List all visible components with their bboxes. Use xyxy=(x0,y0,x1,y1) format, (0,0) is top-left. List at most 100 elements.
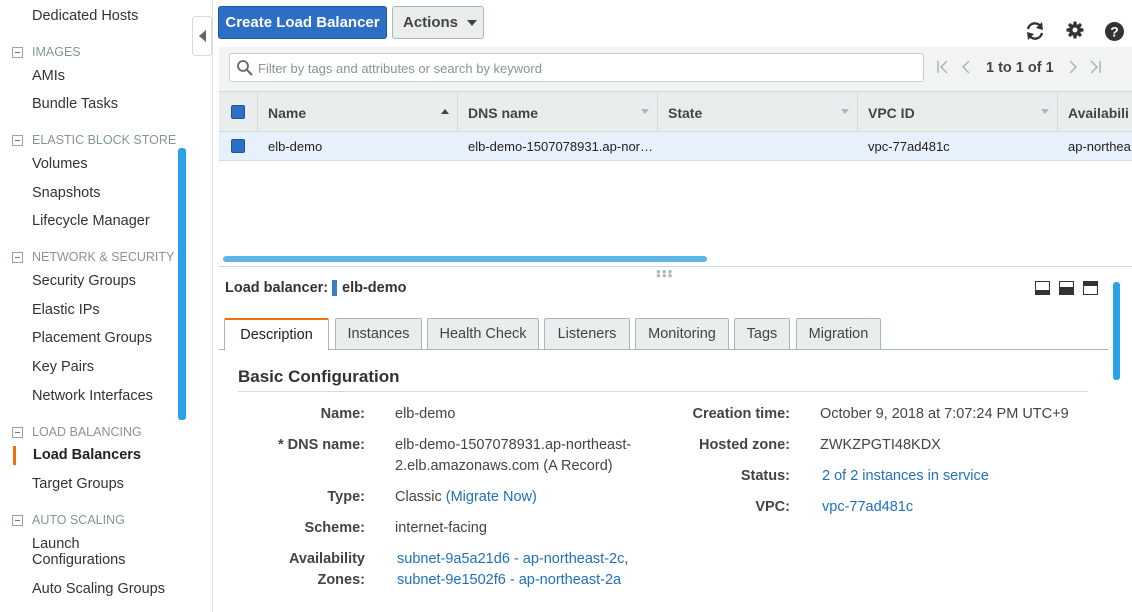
prev-page-icon[interactable] xyxy=(961,59,971,78)
horizontal-scroll-thumb[interactable] xyxy=(223,256,707,262)
tab-migration[interactable]: Migration xyxy=(796,318,881,350)
pane-minimize-icon[interactable] xyxy=(1035,281,1050,295)
last-page-icon[interactable] xyxy=(1089,59,1102,78)
sidebar-item-network-interfaces[interactable]: Network Interfaces xyxy=(32,388,153,404)
collapse-icon xyxy=(12,134,23,146)
search-input[interactable] xyxy=(258,58,908,78)
tab-tags[interactable]: Tags xyxy=(734,318,790,350)
creation-time-value: October 9, 2018 at 7:07:24 PM UTC+9 xyxy=(820,406,1069,422)
tab-health-check[interactable]: Health Check xyxy=(427,318,539,350)
section-header-label: AUTO SCALING xyxy=(32,513,125,527)
name-value: elb-demo xyxy=(395,406,456,422)
cell-dns: elb-demo-1507078931.ap-nor… xyxy=(468,139,653,154)
section-header-label: NETWORK & SECURITY xyxy=(32,250,175,264)
collapse-icon xyxy=(12,426,23,438)
table-header: Name DNS name State VPC ID Availabili xyxy=(219,91,1132,133)
sort-asc-icon xyxy=(441,109,449,114)
sidebar-scrollbar[interactable] xyxy=(178,148,186,420)
scheme-value: internet-facing xyxy=(395,520,487,536)
first-page-icon[interactable] xyxy=(936,59,949,78)
svg-text:?: ? xyxy=(1110,23,1119,39)
collapse-icon xyxy=(12,46,23,58)
cell-az: ap-northea xyxy=(1068,139,1131,154)
sidebar-item-lifecycle-manager[interactable]: Lifecycle Manager xyxy=(32,213,150,229)
cell-vpc: vpc-77ad481c xyxy=(868,139,950,154)
next-page-icon[interactable] xyxy=(1068,59,1078,78)
sidebar-item-volumes[interactable]: Volumes xyxy=(32,156,88,172)
az-value-1: subnet-9a5a21d6 - ap-northeast-2c, xyxy=(397,551,628,567)
tab-description[interactable]: Description xyxy=(224,318,329,351)
search-icon xyxy=(237,60,253,76)
sidebar-item-security-groups[interactable]: Security Groups xyxy=(32,273,136,289)
active-indicator xyxy=(13,446,16,465)
sidebar-section-ebs[interactable]: ELASTIC BLOCK STORE xyxy=(12,133,176,147)
cell-name: elb-demo xyxy=(268,139,323,154)
column-label: Name xyxy=(268,104,307,121)
subnet-link-2[interactable]: subnet-9e1502f6 - ap-northeast-2a xyxy=(397,572,621,588)
search-box[interactable] xyxy=(229,53,924,82)
help-icon[interactable]: ? xyxy=(1103,20,1125,42)
section-header-label: ELASTIC BLOCK STORE xyxy=(32,133,177,147)
az-separator: , xyxy=(624,551,629,567)
scheme-label: Scheme: xyxy=(304,520,365,536)
collapse-sidebar-button[interactable] xyxy=(192,16,212,56)
tab-instances[interactable]: Instances xyxy=(335,318,422,350)
dns-value-line2: 2.elb.amazonaws.com (A Record) xyxy=(395,458,613,474)
sidebar-item-snapshots[interactable]: Snapshots xyxy=(32,185,101,201)
sidebar-section-network[interactable]: NETWORK & SECURITY xyxy=(12,250,174,264)
column-label: State xyxy=(668,104,703,121)
launch-line2: Configurations xyxy=(32,552,126,568)
tab-monitoring[interactable]: Monitoring xyxy=(635,318,729,350)
sidebar-section-load-balancing[interactable]: LOAD BALANCING xyxy=(12,425,142,439)
column-header-dns[interactable]: DNS name xyxy=(457,92,657,133)
column-header-name[interactable]: Name xyxy=(257,92,457,133)
gear-icon[interactable] xyxy=(1064,19,1086,41)
sidebar-item-auto-scaling-groups[interactable]: Auto Scaling Groups xyxy=(32,581,165,597)
hosted-zone-value: ZWKZPGTI48KDX xyxy=(820,437,941,453)
sidebar-item-key-pairs[interactable]: Key Pairs xyxy=(32,359,94,375)
sort-icon xyxy=(841,109,849,114)
sidebar-item-elastic-ips[interactable]: Elastic IPs xyxy=(32,302,100,318)
vpc-link[interactable]: vpc-77ad481c xyxy=(822,499,913,515)
sidebar-item-dedicated-hosts[interactable]: Dedicated Hosts xyxy=(32,8,138,24)
actions-dropdown[interactable]: Actions xyxy=(392,6,484,39)
column-label: VPC ID xyxy=(868,104,915,121)
page-count: 1 to 1 of 1 xyxy=(986,60,1054,76)
sidebar-item-bundle-tasks[interactable]: Bundle Tasks xyxy=(32,96,118,112)
collapse-icon xyxy=(12,251,23,263)
pane-maximize-icon[interactable] xyxy=(1083,281,1098,295)
type-text: Classic xyxy=(395,489,442,505)
sidebar-item-placement-groups[interactable]: Placement Groups xyxy=(32,330,152,346)
detail-scrollbar[interactable] xyxy=(1113,282,1120,380)
detail-title-marker xyxy=(332,280,337,296)
sidebar-item-load-balancers[interactable]: Load Balancers xyxy=(33,447,141,463)
column-label: Availabili xyxy=(1068,104,1129,121)
detail-title-name: elb-demo xyxy=(342,280,407,296)
creation-time-label: Creation time: xyxy=(692,406,791,422)
migrate-now-link[interactable]: (Migrate Now) xyxy=(446,489,537,505)
sort-icon xyxy=(1041,109,1049,114)
column-header-vpc[interactable]: VPC ID xyxy=(857,92,1057,133)
sidebar-section-images[interactable]: IMAGES xyxy=(12,45,81,59)
sidebar-item-amis[interactable]: AMIs xyxy=(32,68,65,84)
row-checkbox[interactable] xyxy=(231,139,245,153)
column-header-state[interactable]: State xyxy=(657,92,857,133)
column-label: DNS name xyxy=(468,104,539,121)
status-link[interactable]: 2 of 2 instances in service xyxy=(822,468,989,484)
table-row[interactable]: elb-demo elb-demo-1507078931.ap-nor… vpc… xyxy=(219,132,1132,161)
sidebar-section-auto-scaling[interactable]: AUTO SCALING xyxy=(12,513,125,527)
column-header-availability[interactable]: Availabili xyxy=(1057,92,1132,133)
pane-half-icon[interactable] xyxy=(1059,281,1074,295)
pane-splitter[interactable] xyxy=(219,266,1132,274)
create-load-balancer-button[interactable]: Create Load Balancer xyxy=(218,6,387,39)
select-all-checkbox[interactable] xyxy=(231,105,245,119)
refresh-icon[interactable] xyxy=(1024,20,1046,42)
sidebar-item-launch-configurations[interactable]: Launch Configurations xyxy=(32,536,126,568)
sidebar-item-target-groups[interactable]: Target Groups xyxy=(32,476,124,492)
vpc-label: VPC: xyxy=(755,499,790,515)
grip-icon[interactable]: ●●● ●●● xyxy=(656,268,674,280)
tab-listeners[interactable]: Listeners xyxy=(544,318,630,350)
sidebar: Dedicated Hosts IMAGES AMIs Bundle Tasks… xyxy=(0,0,177,612)
caret-down-icon xyxy=(467,19,478,26)
subnet-link-1[interactable]: subnet-9a5a21d6 - ap-northeast-2c xyxy=(397,551,624,567)
